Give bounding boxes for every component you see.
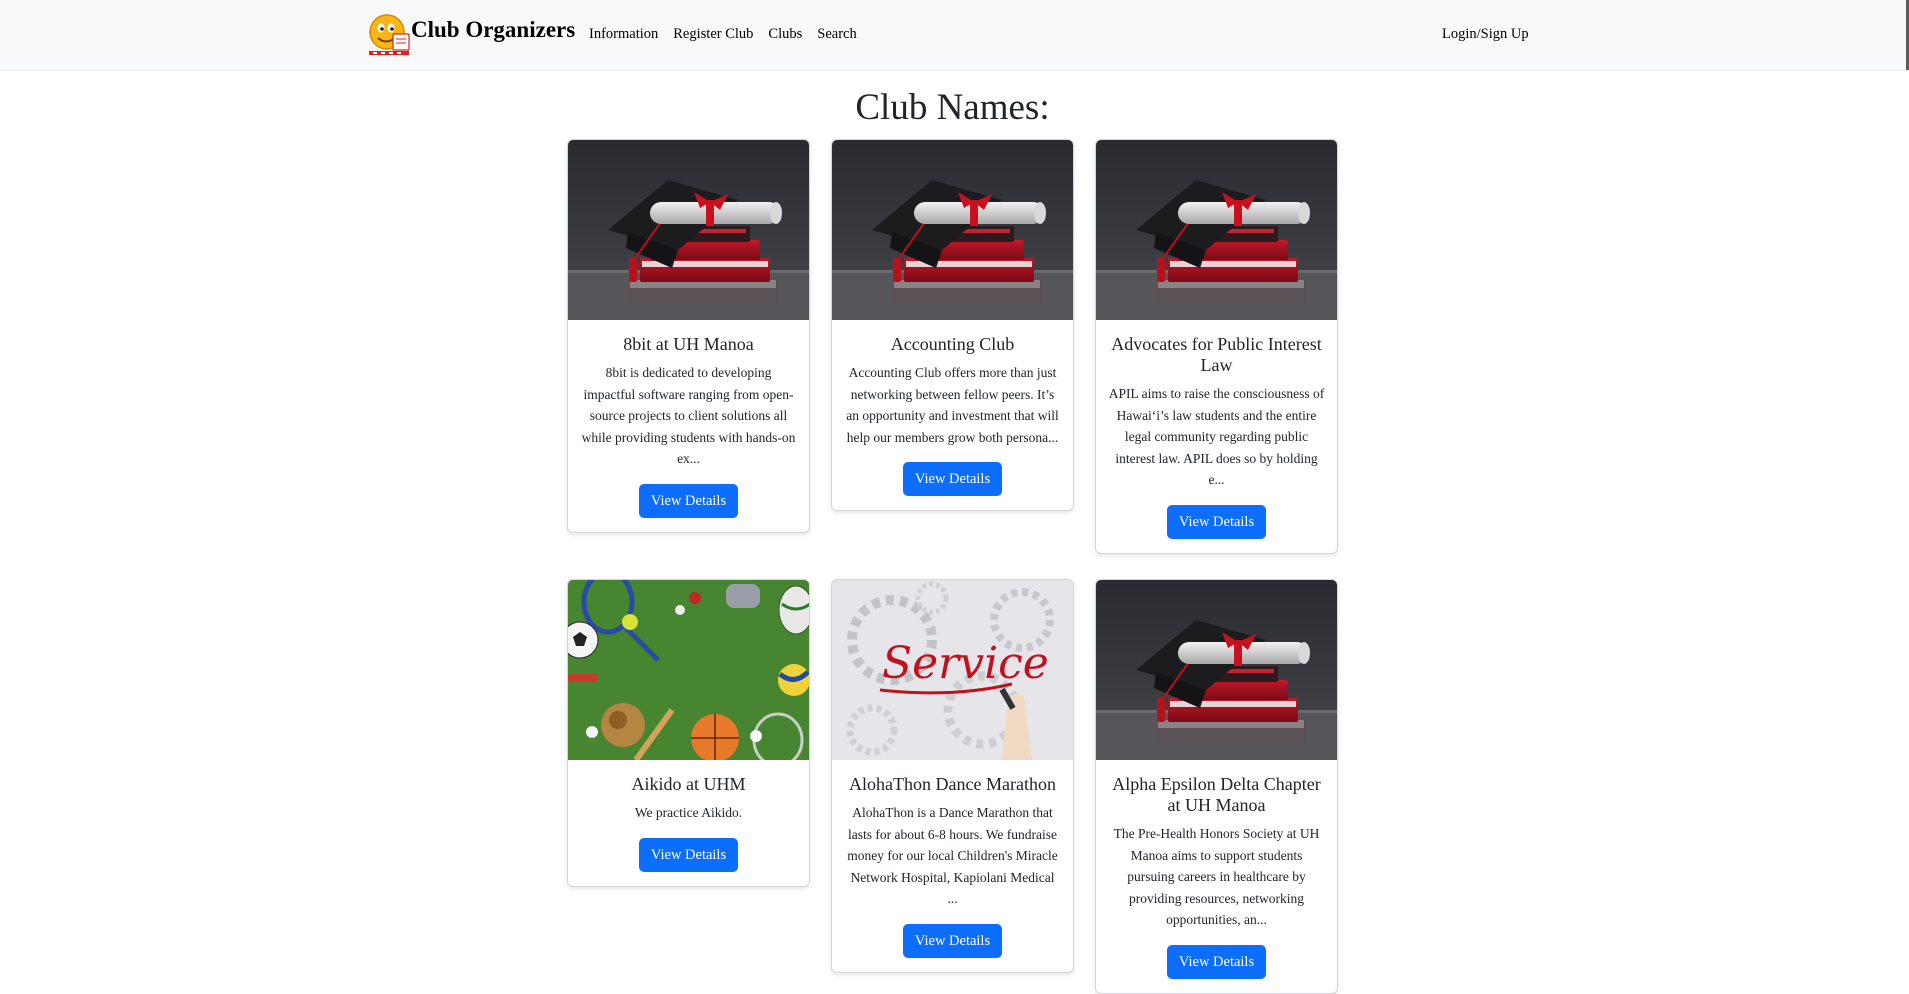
- service-image-text: Service: [882, 638, 1049, 689]
- view-details-button[interactable]: View Details: [902, 462, 1003, 496]
- graduation-cap-books-image: [568, 140, 809, 320]
- view-details-button[interactable]: View Details: [902, 923, 1003, 958]
- nav-link-search[interactable]: Search: [817, 26, 856, 43]
- nav-link-information[interactable]: Information: [589, 26, 658, 43]
- club-description: APIL aims to raise the consciousness of …: [1108, 386, 1325, 487]
- card-body: Alpha Epsilon Delta Chapter at UH Manoa …: [1096, 760, 1337, 993]
- club-name: Accounting Club: [890, 334, 1015, 354]
- nav-link-clubs[interactable]: Clubs: [768, 26, 802, 43]
- club-description: We practice Aikido.: [634, 805, 743, 820]
- graduation-cap-books-image: [1096, 580, 1337, 760]
- club-description: AlohaThon is a Dance Marathon that lasts…: [847, 805, 1058, 906]
- sports-equipment-image: [568, 580, 809, 760]
- view-details-button[interactable]: View Details: [638, 837, 739, 872]
- nav-link-register-club[interactable]: Register Club: [673, 26, 753, 43]
- club-description: The Pre-Health Honors Society at UH Mano…: [1113, 826, 1320, 927]
- club-card: Aikido at UHM We practice Aikido. View D…: [567, 579, 810, 887]
- club-description: Accounting Club offers more than just ne…: [846, 365, 1059, 445]
- card-body: Accounting Club Accounting Club offers m…: [832, 320, 1073, 510]
- club-card: 8bit at UH Manoa 8bit is dedicated to de…: [567, 139, 810, 533]
- page-title: Club Names:: [855, 87, 1050, 128]
- club-organizers-logo-icon: [367, 12, 415, 58]
- view-details-button[interactable]: View Details: [1166, 504, 1267, 539]
- brand-link[interactable]: Club Organizers: [367, 12, 575, 58]
- view-details-button[interactable]: View Details: [638, 483, 739, 518]
- club-name: 8bit at UH Manoa: [623, 334, 754, 354]
- card-body: 8bit at UH Manoa 8bit is dedicated to de…: [568, 320, 809, 532]
- navbar: Club Organizers Information Register Clu…: [0, 0, 1909, 71]
- club-card: Advocates for Public Interest Law APIL a…: [1095, 139, 1338, 554]
- view-details-button[interactable]: View Details: [1166, 944, 1267, 979]
- club-description: 8bit is dedicated to developing impactfu…: [581, 365, 796, 466]
- nav-links: Information Register Club Clubs Search: [589, 26, 857, 43]
- login-signup-link[interactable]: Login/Sign Up: [1442, 26, 1529, 43]
- club-name: Aikido at UHM: [631, 774, 746, 794]
- club-card: Accounting Club Accounting Club offers m…: [831, 139, 1074, 511]
- club-name: Advocates for Public Interest Law: [1111, 334, 1322, 375]
- club-name: Alpha Epsilon Delta Chapter at UH Manoa: [1112, 774, 1321, 815]
- brand-name: Club Organizers: [411, 17, 576, 42]
- club-card: Service AlohaThon Dance Marathon AlohaTh…: [831, 579, 1074, 973]
- club-card: Alpha Epsilon Delta Chapter at UH Manoa …: [1095, 579, 1338, 994]
- club-name: AlohaThon Dance Marathon: [849, 774, 1056, 794]
- service-handwriting-image: Service: [832, 580, 1073, 760]
- card-body: Aikido at UHM We practice Aikido. View D…: [568, 760, 809, 886]
- card-body: AlohaThon Dance Marathon AlohaThon is a …: [832, 760, 1073, 972]
- graduation-cap-books-image: [832, 140, 1073, 320]
- card-body: Advocates for Public Interest Law APIL a…: [1096, 320, 1337, 553]
- graduation-cap-books-image: [1096, 140, 1337, 320]
